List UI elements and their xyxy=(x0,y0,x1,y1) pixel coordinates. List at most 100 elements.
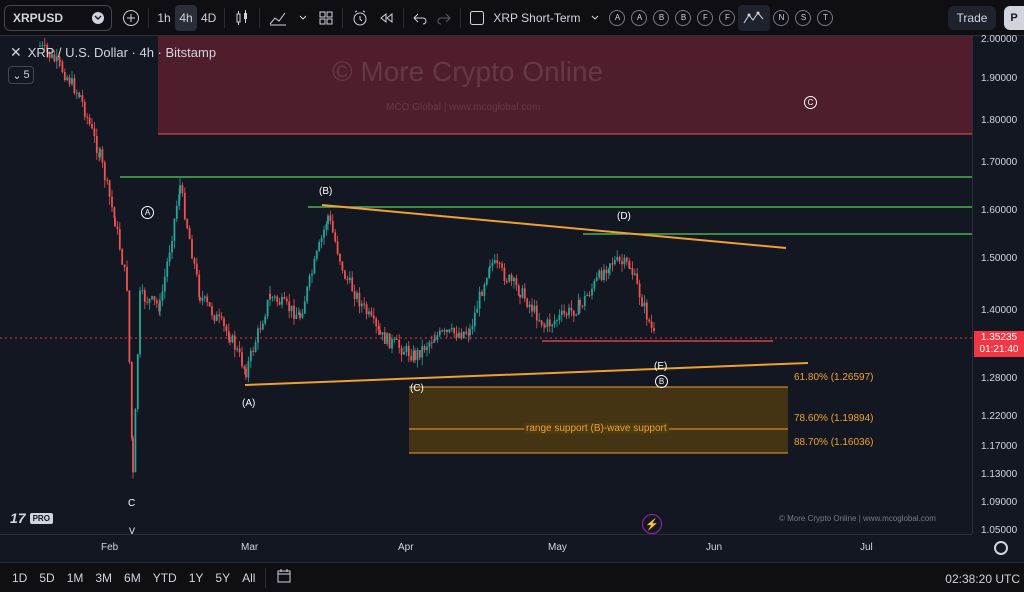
fib-618-label: 61.80% (1.26597) xyxy=(794,372,874,383)
candle-body xyxy=(201,298,204,301)
elliott-wave-icon[interactable] xyxy=(738,4,771,31)
range-ytd[interactable]: YTD xyxy=(147,571,183,585)
candle-body xyxy=(513,278,515,282)
candle-body xyxy=(540,320,543,325)
range-5d[interactable]: 5D xyxy=(33,571,60,585)
candle-body xyxy=(407,345,410,357)
candle-body xyxy=(181,185,184,193)
layout-checkbox-icon[interactable] xyxy=(465,5,489,31)
candle-body xyxy=(526,298,529,307)
time-scale[interactable]: Feb Mar Apr May Jun Jul xyxy=(0,534,972,560)
lightning-icon[interactable]: ⚡ xyxy=(642,514,662,534)
trade-button[interactable]: Trade xyxy=(948,6,996,30)
wave-label-b-paren: (B) xyxy=(319,186,333,197)
drawing-tool-f2[interactable]: F xyxy=(719,9,736,26)
range-6m[interactable]: 6M xyxy=(118,571,147,585)
gear-icon[interactable] xyxy=(994,541,1008,555)
chevron-down-icon[interactable] xyxy=(584,5,606,31)
bottom-toolbar: 1D 5D 1M 3M 6M YTD 1Y 5Y All 02:38:20 UT… xyxy=(0,562,1024,592)
candle-body xyxy=(563,310,566,314)
candle-body xyxy=(173,218,176,241)
candle-body xyxy=(553,320,556,325)
candle-body xyxy=(252,350,255,352)
candle-body xyxy=(276,296,279,302)
candle-body xyxy=(132,437,134,473)
interval-1h[interactable]: 1h xyxy=(153,5,175,31)
indicators-toggle[interactable]: ⌄ 5 xyxy=(8,66,34,84)
alert-clock-icon[interactable] xyxy=(347,5,373,31)
candle-body xyxy=(421,346,424,358)
candle-body xyxy=(458,332,460,338)
candle-body xyxy=(318,242,321,252)
date-range-calendar-icon[interactable] xyxy=(270,568,298,587)
redo-icon[interactable] xyxy=(432,5,456,31)
chevron-down-icon[interactable] xyxy=(292,5,314,31)
candle-body xyxy=(505,281,508,283)
candle-body xyxy=(123,264,126,268)
candle-body xyxy=(377,325,380,330)
candle-body xyxy=(231,335,234,343)
drawing-tool-f[interactable]: F xyxy=(697,9,714,26)
candle-body xyxy=(283,297,286,299)
drawing-tool-b[interactable]: B xyxy=(653,9,670,26)
wave-label-b-circle: B xyxy=(655,375,668,388)
replay-icon[interactable] xyxy=(373,5,399,31)
symbol-search[interactable]: XRPUSD xyxy=(4,4,112,31)
candle-body xyxy=(519,295,521,298)
pro-badge: PRO xyxy=(29,512,53,524)
candle-body xyxy=(273,296,276,298)
range-3m[interactable]: 3M xyxy=(89,571,118,585)
candle-body xyxy=(99,149,101,158)
utc-clock[interactable]: 02:38:20 UTC xyxy=(945,572,1020,586)
candle-body xyxy=(285,298,288,302)
candle-body xyxy=(249,350,252,362)
layouts-grid-icon[interactable] xyxy=(314,5,338,31)
interval-4d[interactable]: 4D xyxy=(197,5,220,31)
candle-body xyxy=(503,267,506,282)
drawing-tool-t[interactable]: T xyxy=(817,9,834,26)
candle-body xyxy=(423,346,426,351)
candle-body xyxy=(450,327,453,330)
candle-body xyxy=(220,316,223,319)
candle-body xyxy=(462,331,465,338)
candle-body xyxy=(636,273,639,284)
candle-body xyxy=(261,323,264,330)
undo-icon[interactable] xyxy=(408,5,432,31)
price-scale[interactable]: 2.00000 1.90000 1.80000 1.70000 1.60000 … xyxy=(972,34,1024,536)
candle-body xyxy=(455,333,458,338)
range-5y[interactable]: 5Y xyxy=(209,571,236,585)
candle-body xyxy=(533,305,536,312)
candle-body xyxy=(410,356,413,361)
chart-pane[interactable]: ✕ XRP / U.S. Dollar · 4h · Bitstamp ⌄ 5 … xyxy=(0,36,972,534)
range-1m[interactable]: 1M xyxy=(61,571,90,585)
close-icon[interactable]: ✕ xyxy=(10,44,22,61)
drawing-tool-b2[interactable]: B xyxy=(675,9,692,26)
candle-body xyxy=(583,295,586,306)
candle-body xyxy=(405,345,408,353)
interval-4h[interactable]: 4h xyxy=(175,4,197,31)
candle-body xyxy=(79,95,81,97)
candle-body xyxy=(61,61,64,73)
range-all[interactable]: All xyxy=(236,571,261,585)
candles-icon[interactable] xyxy=(229,5,255,31)
compare-add-icon[interactable] xyxy=(118,5,144,31)
candle-body xyxy=(531,304,533,312)
drawing-tool-s[interactable]: S xyxy=(795,9,812,26)
candle-body xyxy=(93,128,96,136)
candle-body xyxy=(179,185,181,195)
candle-body xyxy=(483,284,486,296)
publish-button[interactable]: P xyxy=(1004,6,1024,30)
tradingview-logo[interactable]: 17 PRO xyxy=(10,510,53,526)
candle-body xyxy=(195,263,198,275)
candle-body xyxy=(430,342,433,344)
layout-name[interactable]: XRP Short-Term xyxy=(489,5,584,31)
range-1d[interactable]: 1D xyxy=(6,571,33,585)
drawing-tool-a2[interactable]: A xyxy=(631,9,648,26)
candle-body xyxy=(489,265,491,268)
range-1y[interactable]: 1Y xyxy=(183,571,210,585)
fib-887-label: 88.70% (1.16036) xyxy=(794,437,874,448)
drawing-tool-a[interactable]: A xyxy=(609,9,626,26)
candle-body xyxy=(339,253,341,262)
drawing-tool-n[interactable]: N xyxy=(773,9,790,26)
indicators-icon[interactable] xyxy=(264,5,292,31)
